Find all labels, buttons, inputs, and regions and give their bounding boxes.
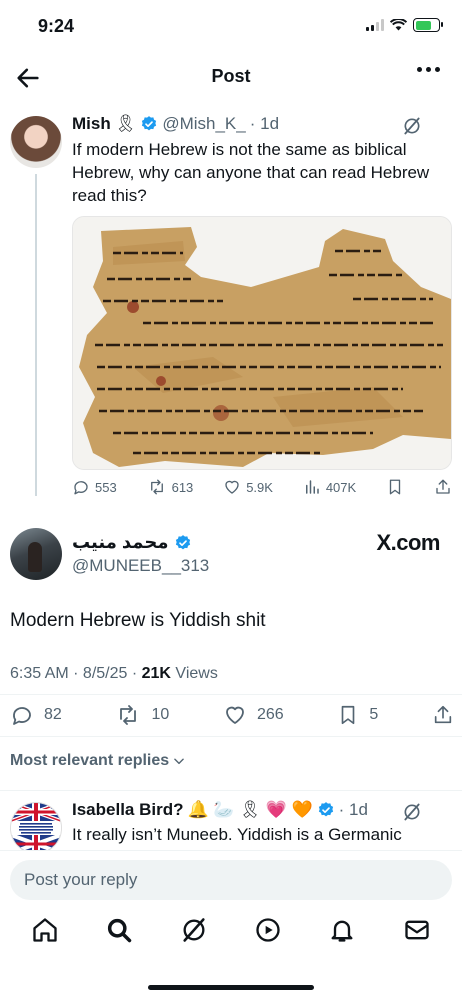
views-count[interactable]: 21K bbox=[142, 665, 171, 682]
repost-button[interactable]: 613 bbox=[147, 478, 194, 496]
battery-icon bbox=[413, 18, 443, 32]
like-count: 266 bbox=[256, 706, 284, 723]
scroll-fragment bbox=[73, 217, 451, 469]
status-time: 9:24 bbox=[38, 16, 75, 36]
divider bbox=[0, 694, 462, 695]
quoted-text: If modern Hebrew is not the same as bibl… bbox=[72, 140, 430, 205]
verified-badge-icon bbox=[142, 116, 157, 131]
page-title: Post bbox=[211, 66, 251, 86]
views-icon bbox=[305, 480, 319, 494]
avatar[interactable] bbox=[10, 528, 62, 580]
post-text: Modern Hebrew is Yiddish shit bbox=[10, 610, 266, 631]
post-actions: 82 10 266 5 bbox=[10, 703, 454, 727]
views-button[interactable]: 407K bbox=[303, 478, 356, 496]
author-name[interactable]: Mish bbox=[72, 114, 111, 134]
spaces-icon[interactable] bbox=[254, 916, 282, 944]
repost-icon bbox=[120, 705, 137, 725]
repost-count: 613 bbox=[171, 479, 194, 495]
quoted-actions: 553 613 5.9K 407K bbox=[72, 478, 452, 496]
author-name[interactable]: Isabella Bird? bbox=[72, 800, 183, 820]
divider bbox=[0, 790, 462, 791]
sort-replies-button[interactable]: Most relevant replies bbox=[10, 752, 186, 770]
reply-count: 82 bbox=[44, 706, 62, 723]
views-count: 407K bbox=[325, 479, 357, 495]
notifications-icon[interactable] bbox=[328, 916, 356, 944]
reply-count: 553 bbox=[95, 479, 117, 495]
union-flag-logo bbox=[11, 803, 61, 853]
like-button[interactable]: 266 bbox=[223, 703, 284, 727]
sort-label: Most relevant replies bbox=[10, 752, 170, 769]
home-icon[interactable] bbox=[31, 916, 59, 944]
author-name[interactable]: محمد منيب bbox=[72, 532, 168, 553]
name-emojis: 🔔 🦢 🎗 💗 🧡 bbox=[187, 800, 313, 819]
like-icon bbox=[225, 480, 239, 494]
reply-text: It really isn’t Muneeb. Yiddish is a Ger… bbox=[72, 825, 402, 844]
grok-icon[interactable] bbox=[402, 802, 422, 822]
signal-icon bbox=[366, 19, 384, 31]
like-count: 5.9K bbox=[246, 479, 273, 495]
post-age: · 1d bbox=[249, 114, 280, 133]
verified-badge-icon bbox=[176, 534, 191, 549]
bookmark-icon[interactable] bbox=[386, 478, 404, 496]
share-icon[interactable] bbox=[434, 478, 452, 496]
post-meta: 6:35 AM · 8/5/25 · 21K Views bbox=[10, 665, 218, 683]
like-button[interactable]: 5.9K bbox=[223, 478, 273, 496]
bookmark-icon bbox=[342, 705, 355, 725]
more-icon[interactable] bbox=[417, 67, 440, 72]
bookmark-button[interactable]: 5 bbox=[337, 703, 378, 727]
avatar[interactable] bbox=[10, 116, 62, 168]
search-icon[interactable] bbox=[105, 916, 133, 944]
post-timestamp: 6:35 AM · 8/5/25 · bbox=[10, 665, 142, 682]
status-icons bbox=[366, 18, 443, 32]
ribbon-emoji: 🎗 bbox=[114, 114, 137, 133]
bottom-nav bbox=[0, 916, 462, 944]
author-name-row: محمد منيب bbox=[72, 532, 192, 553]
grok-icon[interactable] bbox=[180, 916, 208, 944]
xcom-watermark: X.com bbox=[376, 530, 440, 555]
bookmark-count: 5 bbox=[369, 706, 379, 723]
repost-button[interactable]: 10 bbox=[115, 703, 169, 727]
divider bbox=[0, 736, 462, 737]
avatar[interactable] bbox=[10, 802, 62, 854]
share-icon[interactable] bbox=[432, 703, 454, 727]
repost-icon bbox=[150, 479, 163, 495]
reply-composer[interactable]: Post your reply bbox=[10, 860, 452, 900]
scroll-image[interactable] bbox=[72, 216, 452, 470]
reply-icon bbox=[13, 707, 31, 725]
chevron-down-icon bbox=[174, 758, 184, 765]
wifi-icon bbox=[390, 19, 407, 31]
like-icon bbox=[226, 706, 244, 724]
reply-header: Isabella Bird? 🔔 🦢 🎗 💗 🧡 · 1d bbox=[72, 800, 368, 820]
repost-count: 10 bbox=[151, 706, 170, 723]
home-indicator bbox=[148, 985, 314, 990]
reply-icon bbox=[74, 481, 88, 495]
reply-button[interactable]: 553 bbox=[72, 478, 117, 496]
verified-badge-icon bbox=[318, 802, 333, 817]
reply-button[interactable]: 82 bbox=[10, 703, 62, 727]
quoted-header: Mish 🎗 @Mish_K_ · 1d bbox=[72, 114, 279, 134]
post-age: · 1d bbox=[338, 800, 368, 819]
thread-line bbox=[35, 174, 37, 496]
messages-icon[interactable] bbox=[403, 916, 431, 944]
author-handle[interactable]: @Mish_K_ bbox=[162, 114, 245, 134]
grok-icon[interactable] bbox=[402, 116, 422, 136]
views-label: Views bbox=[170, 665, 218, 682]
author-handle[interactable]: @MUNEEB__313 bbox=[72, 556, 209, 576]
